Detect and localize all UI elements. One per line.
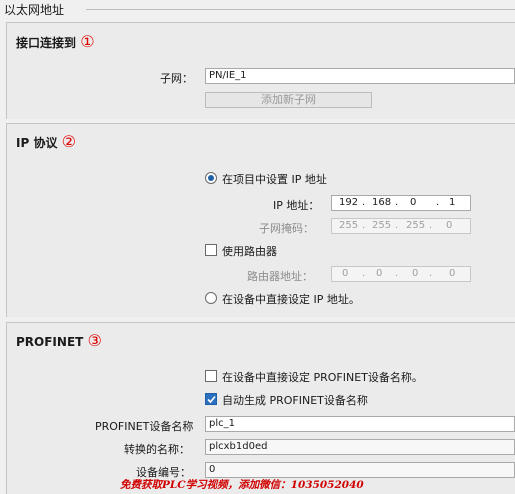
router-octet-4: 0 (449, 268, 456, 279)
section-marker-1: ① (80, 32, 95, 51)
auto-generate-name-label: 自动生成 PROFINET设备名称 (222, 394, 368, 407)
device-name-field[interactable]: plc_1 (205, 416, 515, 432)
device-number-field: 0 (205, 462, 515, 478)
ip-octet-4: 1 (449, 197, 456, 208)
ip-address-field[interactable]: 192 . 168 . 0 . 1 (331, 195, 471, 211)
mask-octet-2: 255 (372, 220, 392, 231)
section-marker-2: ② (61, 132, 76, 151)
radio-set-ip-in-device[interactable] (205, 292, 217, 304)
section-interface-heading: 接口连接到 ① (16, 32, 95, 51)
add-subnet-button[interactable]: 添加新子网 (205, 92, 372, 108)
mask-octet-3: 255 (406, 220, 426, 231)
section-profinet-title: PROFINET (16, 335, 84, 349)
device-name-label: PROFINET设备名称 (95, 420, 194, 433)
section-ip-heading: IP 协议 ② (16, 132, 76, 151)
title-divider (86, 9, 515, 10)
set-name-in-device-label: 在设备中直接设定 PROFINET设备名称。 (222, 371, 423, 384)
router-address-field: 0 . 0 . 0 . 0 (331, 266, 471, 282)
checkmark-icon (207, 395, 216, 404)
radio-set-ip-in-device-label: 在设备中直接设定 IP 地址。 (222, 293, 360, 306)
subnet-mask-label: 子网掩码： (259, 222, 314, 235)
radio-set-ip-in-project-label: 在项目中设置 IP 地址 (222, 173, 327, 186)
auto-generate-name-checkbox[interactable] (205, 393, 217, 405)
section-marker-3: ③ (87, 331, 102, 350)
watermark-text: 免费获取PLC学习视频，添加微信：1035052040 (120, 479, 364, 491)
section-ip-title: IP 协议 (16, 136, 58, 150)
subnet-field[interactable]: PN/IE_1 (205, 68, 515, 84)
converted-name-label: 转换的名称： (124, 443, 190, 456)
section-interface-title: 接口连接到 (16, 36, 77, 50)
router-address-label: 路由器地址： (247, 270, 313, 283)
radio-set-ip-in-project[interactable] (205, 172, 217, 184)
use-router-checkbox[interactable] (205, 244, 217, 256)
ip-octet-3: 0 (410, 197, 417, 208)
page-title: 以太网地址 (4, 3, 65, 17)
router-octet-2: 0 (376, 268, 383, 279)
mask-octet-1: 255 (339, 220, 359, 231)
ip-octet-1: 192 (339, 197, 359, 208)
router-octet-1: 0 (342, 268, 349, 279)
mask-octet-4: 0 (446, 220, 453, 231)
router-octet-3: 0 (412, 268, 419, 279)
subnet-label: 子网： (160, 72, 193, 85)
ip-address-label: IP 地址： (273, 199, 320, 212)
converted-name-field: plcxb1d0ed (205, 439, 515, 455)
use-router-label: 使用路由器 (222, 245, 277, 258)
subnet-mask-field: 255 . 255 . 255 . 0 (331, 218, 471, 234)
ip-octet-2: 168 (372, 197, 392, 208)
section-profinet-heading: PROFINET ③ (16, 331, 102, 350)
set-name-in-device-checkbox[interactable] (205, 370, 217, 382)
